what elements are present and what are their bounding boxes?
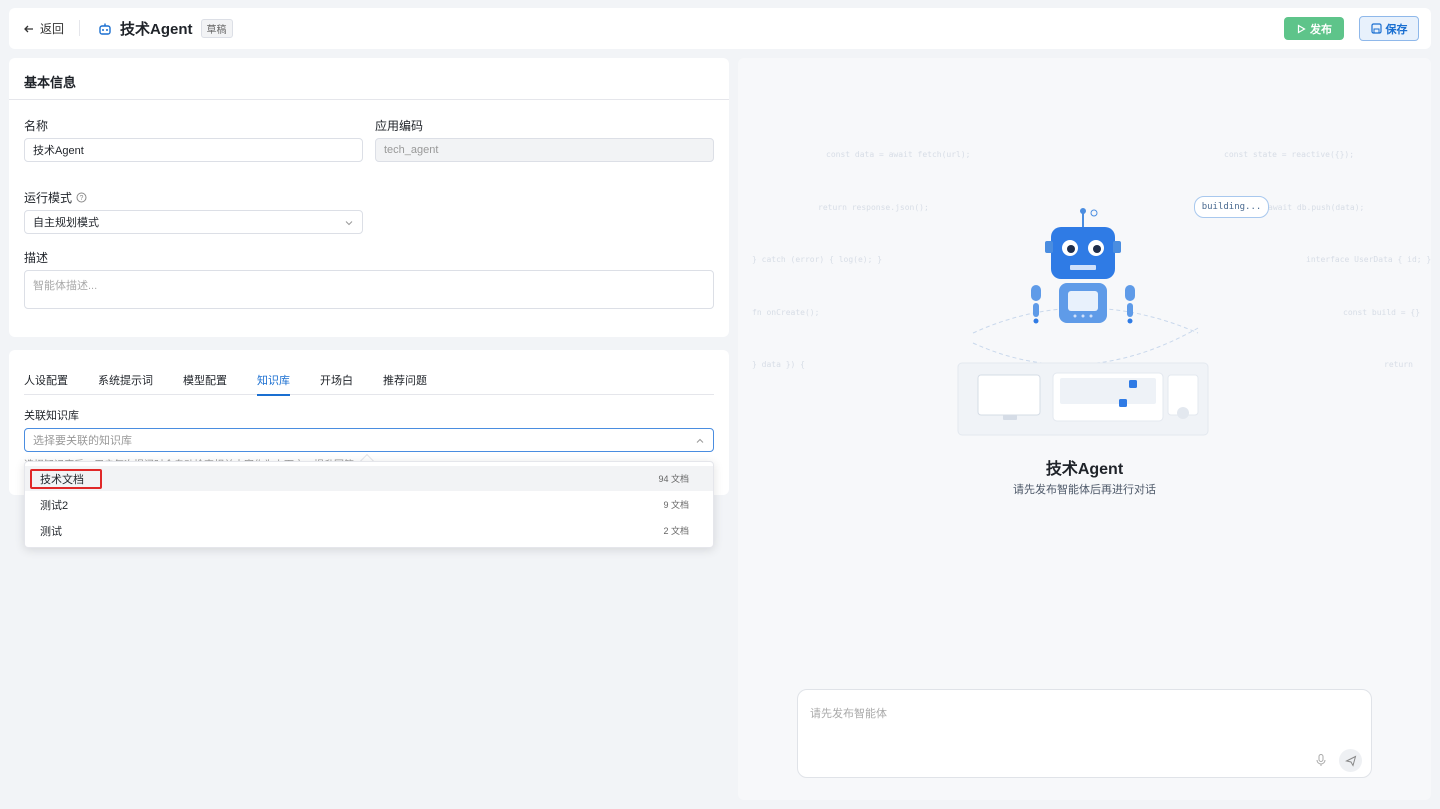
code-input: tech_agent [375, 138, 714, 162]
option-count: 94 文档 [658, 474, 689, 484]
microphone-icon[interactable] [1314, 753, 1328, 767]
back-button[interactable]: 返回 [23, 20, 64, 37]
code-decoration: return [1384, 360, 1413, 369]
knowledge-dropdown: 技术文档 94 文档 测试2 9 文档 测试 2 文档 [24, 461, 714, 548]
code-decoration: } data }) { [752, 360, 805, 369]
section-title: 基本信息 [24, 75, 77, 90]
chevron-down-icon [345, 221, 353, 226]
code-decoration: return response.json(); [818, 203, 929, 212]
title-group: 技术Agent 草稿 [98, 18, 233, 39]
name-label: 名称 [24, 119, 49, 133]
tab-knowledge[interactable]: 知识库 [257, 372, 290, 396]
knowledge-select-placeholder: 选择要关联的知识库 [33, 435, 132, 447]
option-name: 测试2 [40, 499, 69, 512]
preview-subtitle: 请先发布智能体后再进行对话 [1013, 484, 1156, 496]
divider [9, 99, 729, 100]
chevron-up-icon [696, 438, 704, 443]
option-name: 技术文档 [40, 473, 84, 486]
description-textarea[interactable]: 智能体描述... [24, 270, 714, 309]
name-input[interactable]: 技术Agent [24, 138, 363, 162]
status-badge: 草稿 [200, 19, 233, 38]
code-decoration: } catch (error) { log(e); } [752, 255, 883, 264]
publish-button[interactable]: 发布 [1284, 17, 1344, 40]
save-label: 保存 [1385, 23, 1408, 36]
robot-icon [99, 23, 111, 35]
mode-label-group: 运行模式 ? [24, 189, 87, 206]
tab-persona[interactable]: 人设配置 [24, 372, 68, 395]
mode-value: 自主规划模式 [33, 217, 99, 229]
publish-label: 发布 [1310, 23, 1332, 36]
basic-info-card: 基本信息 名称 技术Agent 应用编码 tech_agent 运行模式 ? 自… [9, 58, 729, 337]
arrow-left-icon [24, 25, 33, 32]
tab-model[interactable]: 模型配置 [183, 372, 227, 395]
code-decoration: await db.push(data); [1268, 203, 1365, 212]
dropdown-option[interactable]: 测试2 9 文档 [25, 492, 713, 517]
tab-system-prompt[interactable]: 系统提示词 [98, 372, 153, 395]
dropdown-option[interactable]: 技术文档 94 文档 [25, 466, 713, 491]
code-label: 应用编码 [375, 119, 424, 133]
divider [79, 20, 80, 36]
mode-select[interactable]: 自主规划模式 [24, 210, 363, 234]
knowledge-label: 关联知识库 [24, 410, 79, 422]
back-label: 返回 [40, 22, 65, 36]
tab-bar: 人设配置 系统提示词 模型配置 知识库 开场白 推荐问题 [24, 372, 714, 396]
preview-agent-name: 技术Agent [1045, 461, 1124, 478]
code-decoration: fn onCreate(); [752, 308, 820, 317]
chat-input[interactable]: 请先发布智能体 [797, 689, 1372, 778]
tab-opening[interactable]: 开场白 [320, 372, 353, 395]
chat-placeholder: 请先发布智能体 [810, 708, 887, 720]
top-bar: 返回 技术Agent 草稿 发布 保存 [9, 8, 1431, 49]
code-decoration: const data = await fetch(url); [826, 150, 971, 159]
knowledge-select[interactable]: 选择要关联的知识库 [24, 428, 714, 452]
tab-suggested-questions[interactable]: 推荐问题 [383, 372, 427, 395]
option-name: 测试 [40, 525, 62, 538]
send-button[interactable] [1339, 749, 1362, 772]
option-count: 2 文档 [663, 526, 689, 536]
robot-illustration [957, 208, 1209, 436]
preview-panel: const data = await fetch(url); const sta… [738, 58, 1431, 800]
option-count: 9 文档 [663, 500, 689, 510]
code-decoration: const build = {} [1343, 308, 1421, 317]
dropdown-option[interactable]: 测试 2 文档 [25, 518, 713, 543]
save-button[interactable]: 保存 [1359, 16, 1419, 41]
mode-label: 运行模式 [24, 191, 73, 205]
page-title: 技术Agent [120, 21, 193, 38]
svg-text:?: ? [80, 195, 84, 202]
help-icon[interactable]: ? [76, 192, 87, 203]
save-icon [1370, 23, 1382, 34]
send-icon [1344, 755, 1356, 767]
code-decoration: const state = reactive({}); [1224, 150, 1355, 159]
play-icon [1297, 23, 1306, 34]
code-decoration: interface UserData { id; } [1306, 255, 1431, 264]
desc-label: 描述 [24, 251, 49, 265]
